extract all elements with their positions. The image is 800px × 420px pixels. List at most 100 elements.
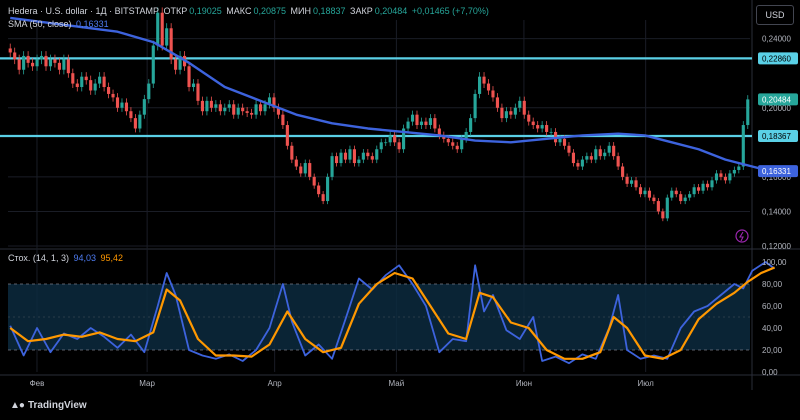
candle-body xyxy=(419,121,424,126)
candle-body xyxy=(62,59,66,70)
candle-body xyxy=(433,118,437,129)
y-tick-label: 0,24000 xyxy=(762,35,791,44)
candle-body xyxy=(540,125,544,129)
candle-body xyxy=(169,28,173,60)
candle-body xyxy=(379,142,383,150)
candle-body xyxy=(500,107,504,119)
candle-body xyxy=(39,55,44,60)
candle-body xyxy=(22,55,26,70)
candle-body xyxy=(102,76,106,88)
candle-body xyxy=(66,59,70,74)
candle-body xyxy=(580,159,584,167)
candle-body xyxy=(138,114,142,129)
candle-body xyxy=(732,169,736,174)
candle-body xyxy=(536,125,540,129)
candle-body xyxy=(652,197,656,202)
candle-body xyxy=(527,114,531,122)
candle-body xyxy=(518,100,522,108)
candle-body xyxy=(8,48,12,53)
candle-body xyxy=(486,83,491,91)
price-label: 0,22860 xyxy=(762,54,791,63)
alert-icon[interactable] xyxy=(735,229,749,243)
candle-body xyxy=(643,190,647,195)
candle-body xyxy=(312,176,316,186)
x-tick-label: Фев xyxy=(30,379,45,388)
price-label: 0,18367 xyxy=(762,132,791,141)
candle-body xyxy=(160,12,164,46)
candle-body xyxy=(147,83,151,100)
stoch-d-value: 95,42 xyxy=(100,253,124,263)
candle-body xyxy=(679,194,683,202)
close-label: ЗАКР xyxy=(350,6,373,16)
candle-body xyxy=(299,166,303,174)
candle-body xyxy=(603,152,607,157)
candle-body xyxy=(634,180,638,188)
tradingview-logo[interactable]: ▲● TradingView xyxy=(10,400,87,411)
candle-body xyxy=(80,76,84,88)
candle-body xyxy=(236,107,240,115)
candle-body xyxy=(388,135,392,143)
candle-body xyxy=(53,59,57,63)
x-tick-label: Апр xyxy=(268,379,283,388)
candle-body xyxy=(205,100,209,112)
price-labels: 0,22860 0,20484 0,18367 0,16331 xyxy=(758,52,798,178)
stoch-header[interactable]: Стох. (14, 1, 3) 94,03 95,42 xyxy=(8,253,125,263)
candle-body xyxy=(415,114,419,126)
symbol-title[interactable]: Hedera · U.S. dollar · 1Д · BITSTAMP xyxy=(8,6,159,16)
candle-body xyxy=(191,83,196,88)
candle-body xyxy=(196,83,200,101)
stoch-y-tick-label: 20,00 xyxy=(762,346,783,355)
candle-body xyxy=(294,159,298,167)
candle-body xyxy=(98,76,102,84)
candle-body xyxy=(84,76,88,81)
open-value: 0,19025 xyxy=(189,6,222,16)
candle-body xyxy=(93,83,97,91)
candle-body xyxy=(647,190,651,198)
candle-body xyxy=(460,138,464,150)
candle-body xyxy=(339,152,343,164)
candle-body xyxy=(723,176,727,181)
candle-body xyxy=(370,156,374,160)
candle-body xyxy=(35,59,39,67)
candle-body xyxy=(625,176,629,184)
close-value: 0,20484 xyxy=(374,6,408,16)
candle-body xyxy=(410,114,415,122)
x-tick-label: Июл xyxy=(638,379,655,388)
chart-window: 0,24000 0,20000 0,16000 0,14000 0,12000 Фев Ма… xyxy=(0,0,800,420)
currency-button[interactable]: USD xyxy=(756,5,794,25)
candle-body xyxy=(522,100,526,115)
stoch-y-tick-label: 0,00 xyxy=(762,368,778,377)
candle-body xyxy=(26,55,30,63)
sma-line xyxy=(10,16,775,173)
candle-body xyxy=(719,173,723,177)
stoch-y-tick-label: 60,00 xyxy=(762,302,783,311)
candle-body xyxy=(223,107,227,112)
candle-body xyxy=(142,99,146,115)
candle-body xyxy=(455,145,459,150)
sma-header[interactable]: SMA (50, close) 0,16331 xyxy=(8,19,111,29)
tradingview-icon: ▲● xyxy=(10,400,25,411)
candle-body xyxy=(513,107,517,115)
candle-body xyxy=(661,211,665,219)
candle-body xyxy=(482,76,486,84)
candle-body xyxy=(567,145,571,153)
candle-body xyxy=(124,102,129,112)
candle-body xyxy=(115,97,120,108)
candle-body xyxy=(165,28,169,46)
candle-body xyxy=(57,62,61,70)
candle-body xyxy=(187,66,191,88)
y-tick-label: 0,12000 xyxy=(762,242,791,251)
x-tick-label: Май xyxy=(389,379,405,388)
candle-body xyxy=(558,138,562,143)
low-value: 0,18837 xyxy=(312,6,346,16)
chart-canvas[interactable]: 0,240000,200000,160000,140000,12000Фев Ма… xyxy=(0,0,800,420)
candle-body xyxy=(375,149,379,160)
candle-body xyxy=(504,111,508,119)
candle-body xyxy=(428,118,432,126)
candle-body xyxy=(670,190,674,198)
brand-name: TradingView xyxy=(27,400,87,411)
candle-body xyxy=(446,138,450,143)
candle-body xyxy=(151,45,155,84)
candle-body xyxy=(737,166,741,170)
open-label: ОТКР xyxy=(163,6,188,16)
